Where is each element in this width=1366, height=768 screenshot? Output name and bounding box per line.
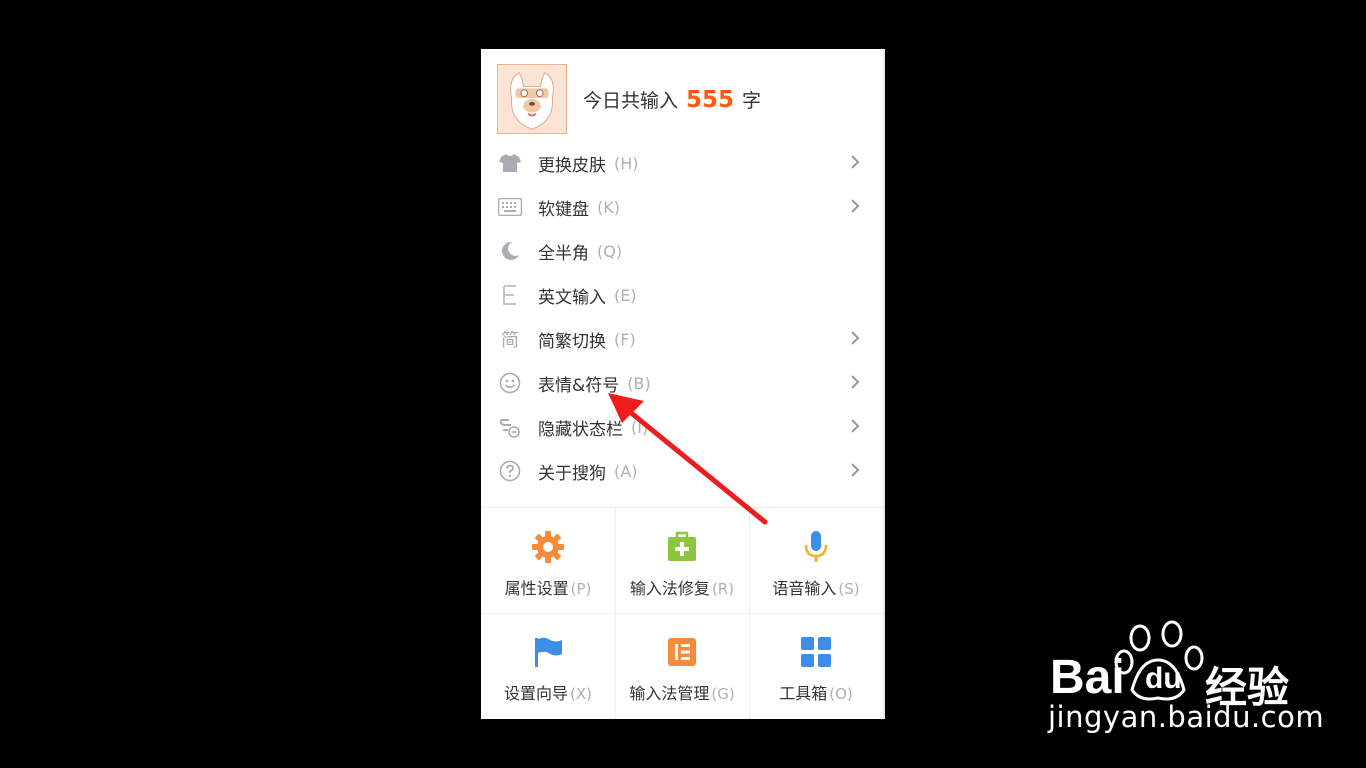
menu-item-label: 简繁切换 [538,331,606,352]
today-count-text: 今日共输入 555 字 [583,86,761,113]
grid-divider [481,613,883,614]
watermark-brand-du: du [1145,662,1182,695]
letter-e-icon [497,282,523,308]
grid-item-setup-wizard[interactable]: 设置向导 (X) [481,613,615,719]
microphone-icon [804,531,828,562]
chevron-right-icon [851,419,860,433]
chevron-right-icon [851,155,860,169]
grid-item-settings[interactable]: 属性设置 (P) [481,508,615,613]
grid-label-key: (G) [711,685,735,703]
ime-context-menu: 今日共输入 555 字 更换皮肤 (H) 软键盘 (K) 全半角 (Q) 英文输… [481,49,885,719]
dog-avatar[interactable] [497,64,567,134]
chevron-right-icon [851,463,860,477]
grid-item-toolbox[interactable]: 工具箱 (O) [749,613,883,719]
smiley-icon [497,370,523,396]
menu-item-label: 关于搜狗 [538,463,606,484]
chevron-right-icon [851,375,860,389]
simplified-char-icon: 简 [501,330,519,351]
gear-icon [532,531,564,563]
grid-label-text: 输入法管理 [629,684,710,703]
grid-label-text: 属性设置 [504,579,569,598]
menu-item-key: (E) [614,285,637,305]
menu-item-english-input[interactable]: 英文输入 (E) [481,273,881,317]
grid-item-label: 属性设置 (P) [505,575,592,599]
char-count: 555 [686,86,735,113]
menu-item-skin[interactable]: 更换皮肤 (H) [481,141,881,185]
menu-item-key: (F) [614,329,636,349]
grid-label-text: 输入法修复 [629,579,710,598]
annotation-arrow [608,393,768,525]
grid-label-key: (X) [570,685,592,703]
shirt-icon [497,150,523,176]
today-prefix: 今日共输入 [583,89,679,112]
grid-item-label: 语音输入 (S) [772,575,859,599]
menu-item-label: 英文输入 [538,287,606,308]
grid-label-key: (S) [838,580,860,598]
grid-label-key: (P) [570,580,592,598]
keyboard-icon [497,194,523,220]
hide-statusbar-icon [497,414,523,440]
grid-label-text: 语音输入 [772,579,837,598]
grid-label-text: 设置向导 [504,684,569,703]
menu-item-label: 全半角 [538,243,589,264]
count-unit: 字 [742,89,762,112]
grid-item-label: 设置向导 (X) [504,680,592,704]
menu-item-soft-keyboard[interactable]: 软键盘 (K) [481,185,881,229]
flag-icon [535,637,562,667]
menu-item-full-half-width[interactable]: 全半角 (Q) [481,229,881,273]
menu-item-key: (H) [614,153,639,173]
menu-item-key: (Q) [597,241,623,261]
menu-item-label: 更换皮肤 [538,155,606,176]
panel-edge [883,49,885,719]
grid-item-label: 输入法修复 (R) [630,575,734,599]
watermark-brand: Bai [1050,650,1125,705]
watermark-brand-text: Bai [1050,651,1125,704]
watermark-url: jingyan.baidu.com [1048,700,1325,734]
chevron-right-icon [851,331,860,345]
toolbox-icon [801,637,831,667]
question-circle-icon [497,458,523,484]
grid-item-label: 工具箱 (O) [779,680,853,704]
ime-manage-icon [668,638,696,666]
grid-item-label: 输入法管理 (G) [629,680,734,704]
menu-item-key: (K) [597,197,620,217]
menu-item-label: 软键盘 [538,199,589,220]
menu-header: 今日共输入 555 字 [497,63,761,135]
chevron-right-icon [851,199,860,213]
menu-item-simp-trad-switch[interactable]: 简 简繁切换 (F) [481,317,881,361]
grid-label-text: 工具箱 [779,684,828,703]
grid-label-key: (R) [711,580,735,598]
grid-label-key: (O) [829,685,853,703]
moon-icon [497,238,523,264]
grid-item-ime-management[interactable]: 输入法管理 (G) [615,613,749,719]
